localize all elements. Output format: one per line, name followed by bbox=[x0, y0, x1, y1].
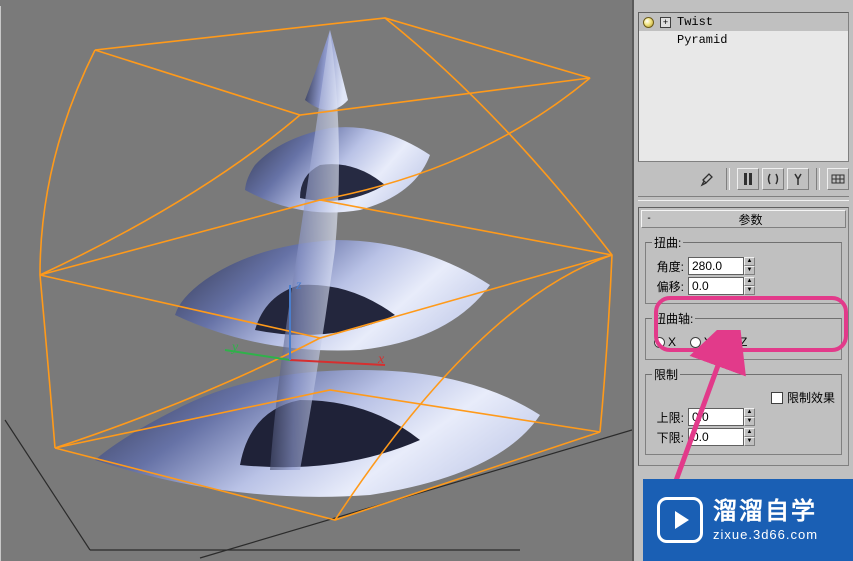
checkbox-icon bbox=[771, 392, 783, 404]
bias-label: 偏移: bbox=[652, 278, 684, 295]
watermark-logo-icon bbox=[657, 497, 703, 543]
axis-y-radio[interactable]: Y bbox=[690, 335, 712, 349]
twist-axis-group: 扭曲轴: X Y Z bbox=[645, 310, 842, 360]
limit-effect-label: 限制效果 bbox=[787, 389, 835, 406]
spinner-down-icon[interactable]: ▼ bbox=[744, 266, 755, 275]
axis-option-label: Y bbox=[704, 335, 712, 349]
stack-toolbar bbox=[638, 166, 849, 192]
modifier-stack[interactable]: + Twist Pyramid bbox=[638, 12, 849, 162]
axis-x-radio[interactable]: X bbox=[654, 335, 676, 349]
viewport[interactable]: x y z bbox=[0, 0, 634, 561]
spinner-up-icon[interactable]: ▲ bbox=[744, 428, 755, 437]
upper-spinner[interactable]: ▲ ▼ bbox=[688, 408, 755, 426]
limits-group-label: 限制 bbox=[652, 366, 680, 383]
angle-input[interactable] bbox=[688, 257, 744, 275]
stack-item-twist[interactable]: + Twist bbox=[639, 13, 848, 31]
rollup-header[interactable]: - 参数 bbox=[641, 210, 846, 228]
scene-svg bbox=[0, 0, 632, 561]
axis-z-radio[interactable]: Z bbox=[726, 335, 747, 349]
stack-label: Twist bbox=[677, 15, 713, 29]
upper-label: 上限: bbox=[652, 409, 684, 426]
configure-sets-button[interactable] bbox=[827, 168, 849, 190]
axis-option-label: Z bbox=[740, 335, 747, 349]
show-end-result-button[interactable] bbox=[737, 168, 759, 190]
remove-modifier-button[interactable] bbox=[787, 168, 809, 190]
expand-icon[interactable]: + bbox=[660, 17, 671, 28]
angle-spinner[interactable]: ▲ ▼ bbox=[688, 257, 755, 275]
bias-spinner[interactable]: ▲ ▼ bbox=[688, 277, 755, 295]
limits-group: 限制 限制效果 上限: ▲ ▼ bbox=[645, 366, 842, 455]
stack-item-pyramid[interactable]: Pyramid bbox=[639, 31, 848, 49]
spinner-down-icon[interactable]: ▼ bbox=[744, 437, 755, 446]
twist-axis-group-label: 扭曲轴: bbox=[652, 310, 695, 327]
pin-stack-button[interactable] bbox=[697, 168, 719, 190]
stack-label: Pyramid bbox=[677, 33, 727, 47]
parameters-rollup: - 参数 扭曲: 角度: ▲ ▼ 偏移: bbox=[638, 207, 849, 466]
axis-option-label: X bbox=[668, 335, 676, 349]
angle-label: 角度: bbox=[652, 258, 684, 275]
limit-effect-checkbox[interactable]: 限制效果 bbox=[771, 389, 835, 406]
modify-panel: + Twist Pyramid bbox=[634, 0, 853, 561]
make-unique-button[interactable] bbox=[762, 168, 784, 190]
lower-spinner[interactable]: ▲ ▼ bbox=[688, 428, 755, 446]
spinner-up-icon[interactable]: ▲ bbox=[744, 257, 755, 266]
radio-icon bbox=[690, 337, 701, 348]
upper-input[interactable] bbox=[688, 408, 744, 426]
watermark: 溜溜自学 zixue.3d66.com bbox=[643, 479, 853, 561]
twist-group-label: 扭曲: bbox=[652, 234, 683, 251]
bulb-icon[interactable] bbox=[643, 17, 654, 28]
bias-input[interactable] bbox=[688, 277, 744, 295]
twist-group: 扭曲: 角度: ▲ ▼ 偏移: bbox=[645, 234, 842, 304]
radio-icon bbox=[726, 337, 737, 348]
spinner-up-icon[interactable]: ▲ bbox=[744, 277, 755, 286]
spinner-down-icon[interactable]: ▼ bbox=[744, 286, 755, 295]
radio-icon bbox=[654, 337, 665, 348]
spinner-up-icon[interactable]: ▲ bbox=[744, 408, 755, 417]
rollup-toggle: - bbox=[642, 212, 656, 226]
rollup-title: 参数 bbox=[656, 211, 845, 228]
watermark-url: zixue.3d66.com bbox=[713, 527, 818, 543]
watermark-title: 溜溜自学 bbox=[713, 498, 818, 527]
lower-label: 下限: bbox=[652, 429, 684, 446]
spinner-down-icon[interactable]: ▼ bbox=[744, 417, 755, 426]
lower-input[interactable] bbox=[688, 428, 744, 446]
